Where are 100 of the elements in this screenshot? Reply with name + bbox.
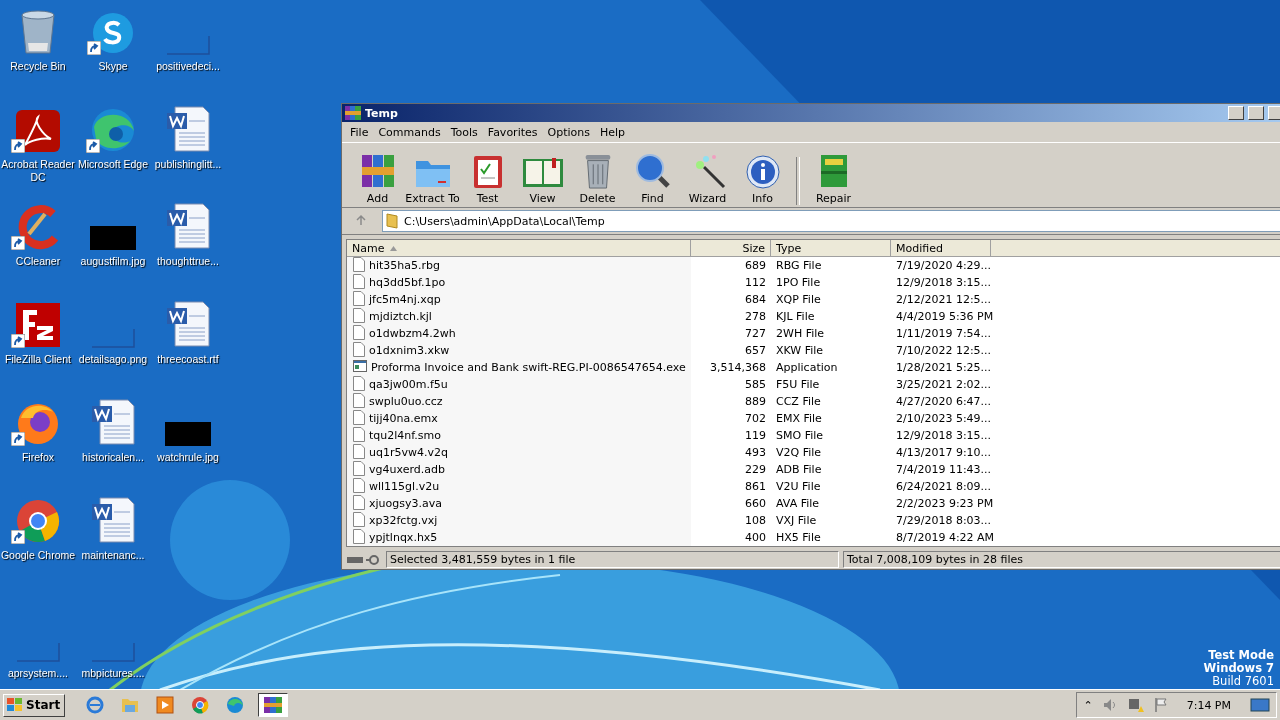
menu-item[interactable]: Favorites — [482, 125, 543, 139]
desktop-icon-label[interactable]: positivedeci... — [156, 60, 220, 73]
table-cell: 278 — [745, 310, 766, 323]
table-cell: AVA File — [776, 497, 820, 510]
sort-arrow-icon — [390, 245, 398, 251]
file-name[interactable]: xjuogsy3.ava — [369, 497, 442, 510]
file-name[interactable]: tijj40na.emx — [369, 412, 438, 425]
desktop-icon-label[interactable]: Google Chrome — [0, 549, 76, 562]
word-document-icon — [165, 202, 211, 250]
clock-time[interactable]: 7:14 PM — [1186, 698, 1231, 712]
file-name[interactable]: qa3jw00m.f5u — [369, 378, 448, 391]
toolbar-button[interactable]: Repair — [806, 153, 861, 205]
desktop-icon-label[interactable]: Microsoft Edge — [78, 158, 148, 171]
file-name[interactable]: o1dwbzm4.2wh — [369, 327, 456, 340]
file-name[interactable]: vg4uxerd.adb — [369, 463, 445, 476]
file-name[interactable]: ypjtlnqx.hx5 — [369, 531, 438, 544]
file-name[interactable]: uq1r5vw4.v2q — [369, 446, 448, 459]
menu-item[interactable]: Options — [542, 125, 595, 139]
menu-item[interactable]: Commands — [373, 125, 446, 139]
desktop-icon-label[interactable]: historicalen... — [82, 451, 144, 464]
toolbar-button[interactable]: Extract To — [405, 153, 460, 205]
toolbar-button[interactable]: Delete — [570, 153, 625, 205]
table-cell: KJL File — [776, 310, 815, 323]
desktop-icon-label[interactable]: Firefox — [21, 451, 55, 464]
table-cell: V2U File — [776, 480, 821, 493]
table-cell: 1/28/2021 5:25... — [896, 361, 992, 374]
flag-icon[interactable] — [1153, 697, 1168, 713]
table-cell: 112 — [745, 276, 766, 289]
toolbar-button[interactable]: View — [515, 153, 570, 205]
desktop-icon-label[interactable]: mbpictures.... — [81, 667, 145, 680]
start-button[interactable]: Start — [3, 693, 66, 717]
table-cell: 2/2/2023 9:23 PM — [896, 497, 994, 510]
desktop-icon-label[interactable]: Recycle Bin — [10, 60, 66, 73]
desktop-icon-label[interactable]: FileZilla Client — [5, 353, 71, 366]
table-cell: 2/12/2021 12:5... — [896, 293, 992, 306]
column-header[interactable]: Modified — [891, 240, 991, 257]
maximize-button[interactable] — [1248, 106, 1264, 120]
table-cell: 12/9/2018 3:15... — [896, 276, 992, 289]
windows-logo-icon — [6, 697, 24, 713]
minimize-button[interactable] — [1228, 106, 1244, 120]
toolbar-button[interactable]: Test — [460, 153, 515, 205]
toolbar-button[interactable]: Wizard — [680, 153, 735, 205]
desktop-icon-label[interactable]: watchrule.jpg — [157, 451, 219, 464]
address-field[interactable]: C:\Users\admin\AppData\Local\Temp — [382, 210, 1280, 232]
desktop-icon-label[interactable]: publishinglitt... — [154, 158, 222, 171]
table-cell: 1PO File — [776, 276, 821, 289]
column-header[interactable]: Type — [771, 240, 891, 257]
desktop-icon-label[interactable]: aprsystem.... — [7, 667, 69, 680]
table-cell: ADB File — [776, 463, 822, 476]
file-name[interactable]: wll115gl.v2u — [369, 480, 440, 493]
file-name[interactable]: tqu2l4nf.smo — [369, 429, 442, 442]
file-name[interactable]: hit35ha5.rbg — [369, 259, 441, 272]
file-name[interactable]: o1dxnim3.xkw — [369, 344, 450, 357]
clipboard-icon — [472, 153, 503, 189]
desktop-icon-label[interactable]: Acrobat Reader DC — [0, 158, 76, 184]
table-cell: CCZ File — [776, 395, 821, 408]
file-name[interactable]: xp32fctg.vxj — [369, 514, 438, 527]
file-name[interactable]: mjdiztch.kjl — [369, 310, 432, 323]
column-header[interactable]: Size — [691, 240, 771, 257]
media-player-icon — [156, 696, 175, 714]
shortcut-arrow-icon — [11, 334, 25, 348]
desktop-icon-label[interactable]: Skype — [98, 60, 128, 73]
desktop-icon-label[interactable]: threecoast.rtf — [157, 353, 219, 366]
toolbar-button[interactable]: Find — [625, 153, 680, 205]
word-document-icon — [90, 398, 136, 446]
file-name[interactable]: hq3dd5bf.1po — [369, 276, 446, 289]
acrobat-icon — [15, 109, 61, 153]
menu-item[interactable]: Tools — [445, 125, 483, 139]
desktop-icon-label[interactable]: detailsago.png — [78, 353, 148, 366]
speaker-icon[interactable] — [1101, 697, 1118, 713]
menu-item[interactable]: Help — [594, 125, 631, 139]
desktop-icon-label[interactable]: augustfilm.jpg — [80, 255, 146, 268]
menu-item[interactable]: File — [345, 125, 374, 139]
status-text: Selected 3,481,559 bytes in 1 file — [386, 551, 839, 568]
desktop-icon-label[interactable]: maintenanc... — [81, 549, 145, 562]
close-button[interactable] — [1268, 106, 1280, 120]
table-cell: 7/19/2020 4:29... — [896, 259, 992, 272]
file-name[interactable]: jfc5m4nj.xqp — [369, 293, 441, 306]
books-icon — [345, 106, 361, 120]
tray-chevron[interactable]: ⌃ — [1083, 698, 1093, 712]
os-info-text: Build 7601 — [1212, 675, 1274, 688]
chrome-icon — [15, 498, 61, 544]
network-warning-icon[interactable] — [1126, 697, 1145, 713]
desktop-icon-label[interactable]: CCleaner — [15, 255, 61, 268]
table-cell: 727 — [745, 327, 766, 340]
recycle-bin-icon — [18, 9, 58, 55]
desktop-icon-label[interactable]: thoughttrue... — [157, 255, 219, 268]
internet-explorer-icon — [86, 696, 105, 714]
toolbar-button[interactable]: Add — [350, 153, 405, 205]
show-desktop-icon[interactable] — [1250, 697, 1270, 713]
file-name[interactable]: swplu0uo.ccz — [369, 395, 443, 408]
window-title: Temp — [365, 106, 399, 120]
edge-icon — [226, 696, 245, 714]
edge-icon — [90, 107, 136, 153]
taskbar-app-button[interactable] — [258, 693, 289, 717]
toolbar-button[interactable]: Info — [735, 153, 790, 205]
column-header[interactable]: Name — [347, 240, 691, 257]
first-aid-box-icon — [818, 153, 849, 189]
shortcut-arrow-icon — [11, 139, 25, 153]
os-info-text: Test Mode — [1208, 649, 1274, 662]
